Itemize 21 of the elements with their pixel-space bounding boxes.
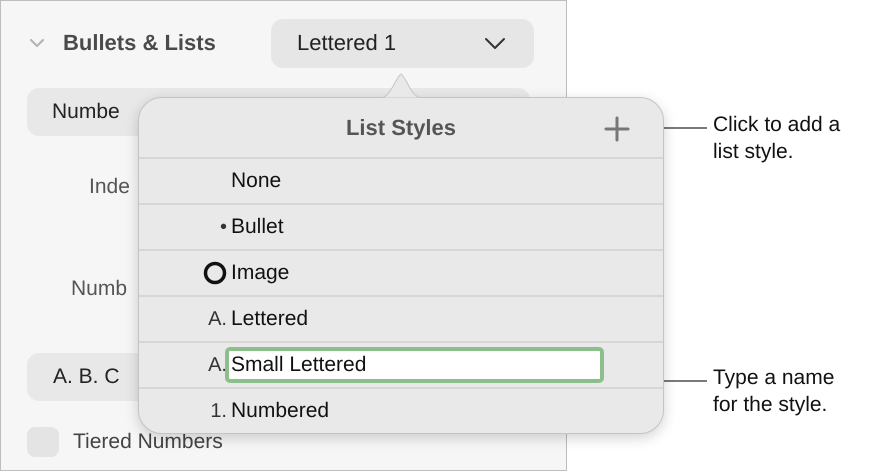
callout-text: Type a name for the style. [713,365,836,418]
list-marker: A. [208,308,227,330]
list-marker: A. [208,354,227,376]
list-style-item[interactable]: Bullet [231,215,284,239]
chevron-icon [484,36,506,50]
number-label: Numb [71,277,128,301]
name-field[interactable]: Small Lettered [225,347,604,383]
list-marker: • [220,216,227,238]
circle-icon [203,261,227,285]
list-style-item[interactable]: Lettered [231,307,308,331]
callout-text: Click to add a list style. [713,112,842,165]
popover-title: List Styles [346,114,456,140]
list-style-item[interactable]: Numbered [231,399,330,423]
add-icon[interactable] [604,116,630,142]
checkbox-label: Tiered Numbers [73,430,223,454]
list-style-item[interactable]: None [231,169,282,193]
list-marker: 1. [210,400,227,422]
section-title: Bullets & Lists [63,30,217,56]
list-style-item[interactable]: Image [231,261,290,285]
style-dropdown[interactable]: Lettered 1 [271,18,534,68]
indent-label: Inde [89,175,130,199]
